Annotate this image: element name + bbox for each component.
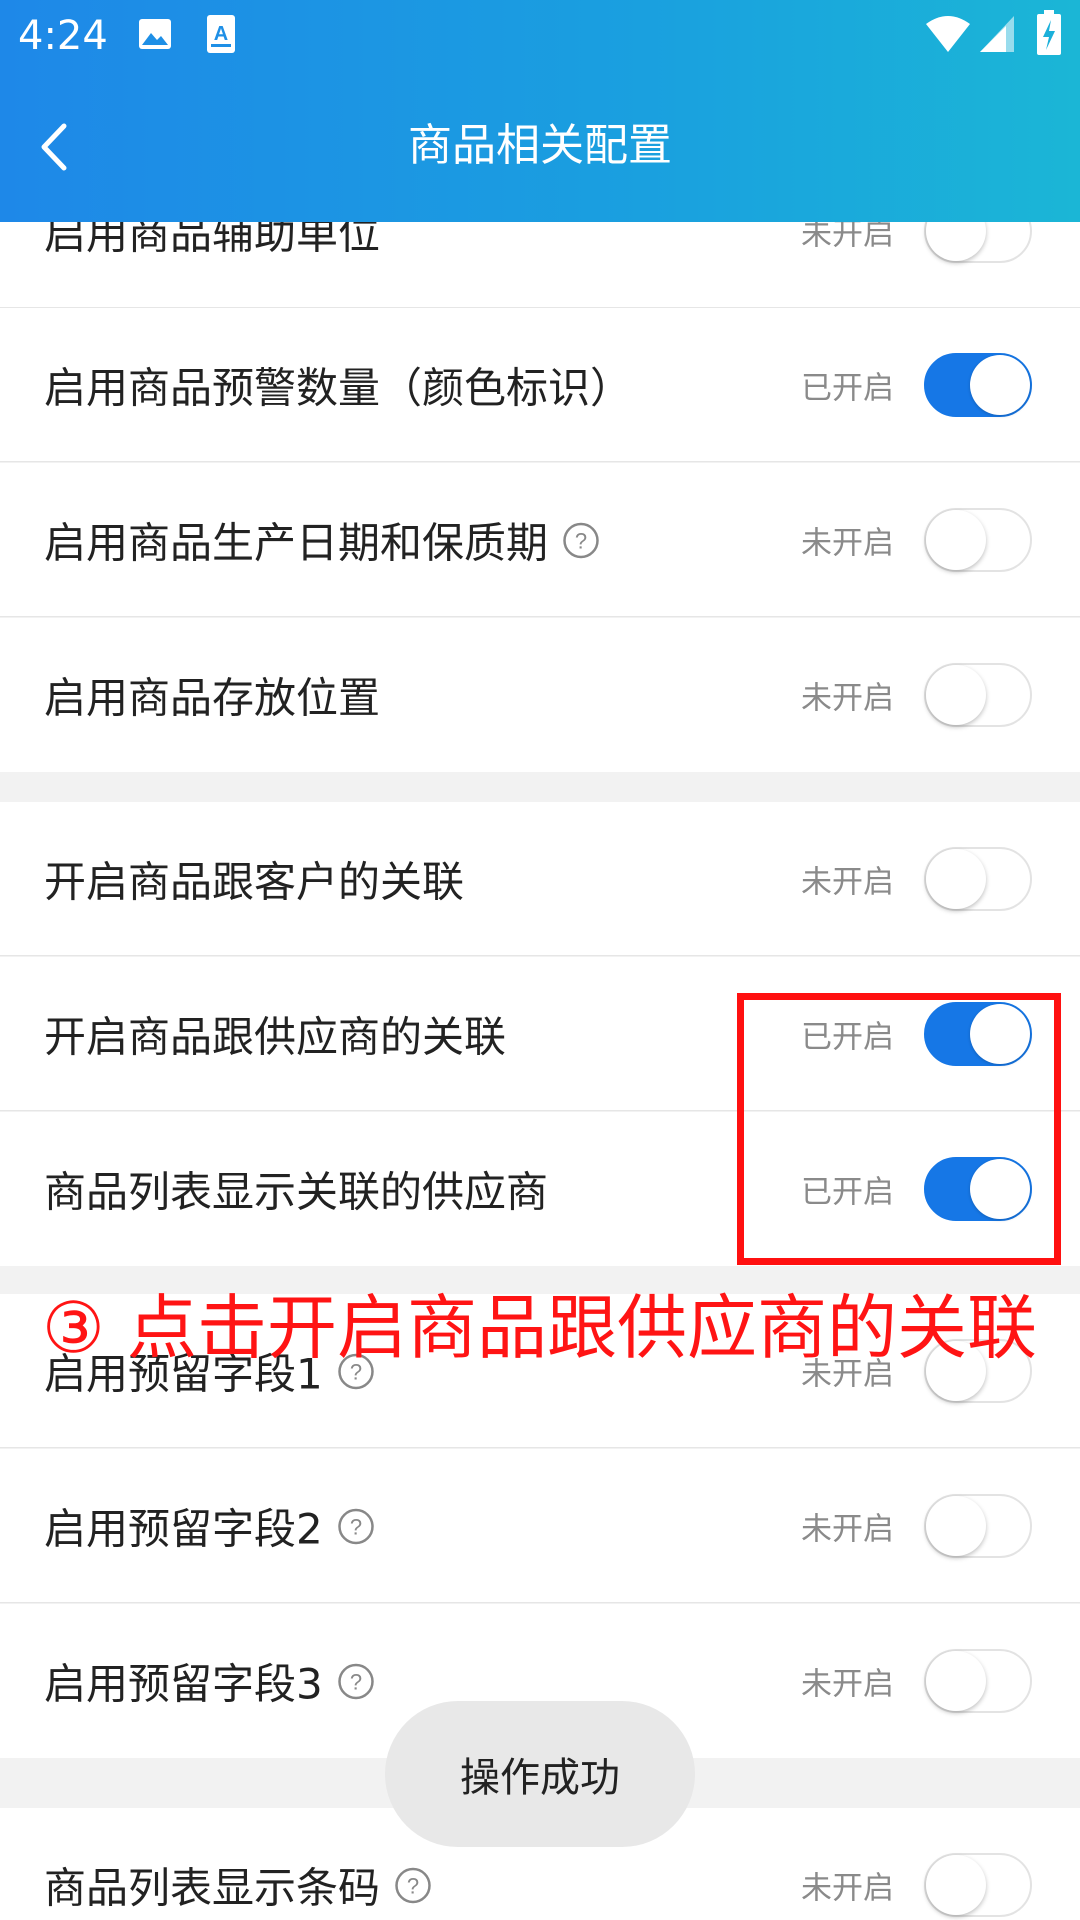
setting-label: 启用预留字段2 <box>44 1504 323 1554</box>
setting-label-wrap: 启用预留字段3 ? <box>44 1651 375 1712</box>
status-bar: 4:24 A <box>0 0 1080 72</box>
annotation-highlight-box <box>737 993 1061 1265</box>
setting-status: 已开启 <box>801 370 894 407</box>
toggle-knob <box>926 1855 986 1915</box>
cell-signal-icon <box>980 16 1014 52</box>
help-icon[interactable]: ? <box>562 521 600 559</box>
svg-text:?: ? <box>575 528 587 553</box>
toggle-knob <box>926 665 986 725</box>
setting-label: 启用商品生产日期和保质期 <box>44 518 549 568</box>
setting-status: 未开启 <box>801 1666 894 1703</box>
svg-text:?: ? <box>350 1669 362 1694</box>
setting-status: 未开启 <box>801 525 894 562</box>
show-barcode-toggle[interactable] <box>924 1853 1032 1917</box>
customer-link-toggle[interactable] <box>924 847 1032 911</box>
battery-charging-icon <box>1037 10 1061 55</box>
reserved-field-3-toggle[interactable] <box>924 1649 1032 1713</box>
divider <box>0 1602 1080 1603</box>
toggle-knob <box>926 1496 986 1556</box>
setting-row-production-date: 启用商品生产日期和保质期 ? 未开启 <box>0 463 1080 617</box>
setting-label-wrap: 启用预留字段2 ? <box>44 1496 375 1557</box>
setting-status: 未开启 <box>801 680 894 717</box>
svg-text:?: ? <box>350 1514 362 1539</box>
setting-label: 商品列表显示条码 <box>44 1863 381 1913</box>
setting-row-reserved-field-2: 启用预留字段2 ? 未开启 <box>0 1449 1080 1603</box>
setting-label-wrap: 商品列表显示条码 ? <box>44 1855 432 1916</box>
svg-text:A: A <box>214 23 228 45</box>
storage-location-toggle[interactable] <box>924 663 1032 727</box>
nav-bar: 商品相关配置 <box>0 72 1080 222</box>
toast-message: 操作成功 <box>385 1701 695 1847</box>
setting-label: 开启商品跟客户的关联 <box>44 857 465 907</box>
setting-status: 未开启 <box>801 1870 894 1907</box>
toggle-knob <box>970 355 1030 415</box>
setting-label: 启用商品存放位置 <box>44 673 381 723</box>
setting-row-customer-link: 开启商品跟客户的关联 未开启 <box>0 802 1080 956</box>
help-icon[interactable]: ? <box>337 1662 375 1700</box>
setting-status: 未开启 <box>801 864 894 901</box>
toggle-knob <box>926 849 986 909</box>
setting-label: 启用预留字段3 <box>44 1659 323 1709</box>
annotation-text: ③ 点击开启商品跟供应商的关联 <box>42 1287 1038 1369</box>
divider <box>0 955 1080 956</box>
help-icon[interactable]: ? <box>394 1866 432 1904</box>
status-time: 4:24 <box>18 13 108 59</box>
toggle-knob <box>926 510 986 570</box>
divider <box>0 616 1080 617</box>
page-title: 商品相关配置 <box>408 120 672 171</box>
help-icon[interactable]: ? <box>337 1507 375 1545</box>
setting-row-warning-quantity: 启用商品预警数量（颜色标识） 已开启 <box>0 308 1080 462</box>
toggle-knob <box>926 1651 986 1711</box>
screen: 4:24 A 商品相关配置 启用商品辅助单位 未开启 启用商品预警数量（颜色标识… <box>0 0 1080 1920</box>
setting-label: 开启商品跟供应商的关联 <box>44 1012 507 1062</box>
setting-label-wrap: 启用商品生产日期和保质期 ? <box>44 510 600 571</box>
wifi-icon <box>926 16 970 52</box>
setting-status: 未开启 <box>801 1511 894 1548</box>
app-header: 4:24 A 商品相关配置 <box>0 0 1080 222</box>
divider <box>0 461 1080 462</box>
gallery-icon <box>139 19 171 49</box>
setting-row-storage-location: 启用商品存放位置 未开启 <box>0 618 1080 772</box>
svg-text:?: ? <box>407 1873 419 1898</box>
setting-label: 商品列表显示关联的供应商 <box>44 1167 549 1217</box>
reserved-field-2-toggle[interactable] <box>924 1494 1032 1558</box>
setting-label: 启用商品预警数量（颜色标识） <box>44 363 633 413</box>
accessibility-a-icon: A <box>207 15 235 53</box>
production-date-toggle[interactable] <box>924 508 1032 572</box>
divider <box>0 1447 1080 1448</box>
warning-quantity-toggle[interactable] <box>924 353 1032 417</box>
